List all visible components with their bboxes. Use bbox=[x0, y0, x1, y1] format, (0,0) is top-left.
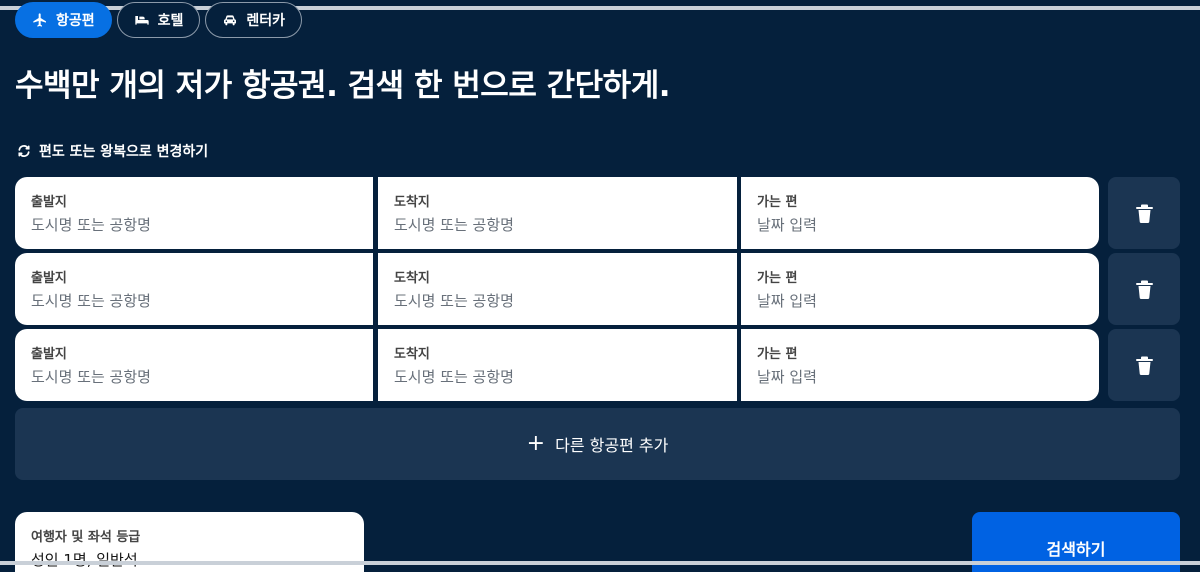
add-flight-label: 다른 항공편 추가 bbox=[555, 436, 669, 455]
destination-placeholder: 도시명 또는 공항명 bbox=[394, 368, 514, 386]
depart-date-placeholder: 날짜 입력 bbox=[757, 368, 817, 386]
tab-hotels-label: 호텔 bbox=[157, 13, 184, 29]
travelers-label: 여행자 및 좌석 등급 bbox=[31, 530, 141, 545]
origin-placeholder: 도시명 또는 공항명 bbox=[31, 216, 151, 234]
depart-date-field[interactable]: 가는 편 날짜 입력 bbox=[741, 329, 1099, 401]
depart-date-label: 가는 편 bbox=[757, 271, 798, 286]
remove-leg-button[interactable] bbox=[1108, 329, 1180, 401]
travelers-value: 성인 1명, 일반석 bbox=[31, 551, 138, 569]
origin-placeholder: 도시명 또는 공항명 bbox=[31, 292, 151, 310]
origin-field[interactable]: 출발지 도시명 또는 공항명 bbox=[15, 253, 373, 325]
add-flight-button[interactable]: + 다른 항공편 추가 bbox=[15, 408, 1180, 480]
destination-field[interactable]: 도착지 도시명 또는 공항명 bbox=[378, 177, 737, 249]
destination-label: 도착지 bbox=[394, 271, 430, 286]
tab-car-rental[interactable]: 렌터카 bbox=[205, 2, 303, 38]
destination-field[interactable]: 도착지 도시명 또는 공항명 bbox=[378, 253, 737, 325]
destination-field[interactable]: 도착지 도시명 또는 공항명 bbox=[378, 329, 737, 401]
destination-label: 도착지 bbox=[394, 347, 430, 362]
trash-icon bbox=[1135, 356, 1153, 375]
origin-label: 출발지 bbox=[31, 347, 67, 362]
swap-icon bbox=[18, 145, 30, 157]
depart-date-field[interactable]: 가는 편 날짜 입력 bbox=[741, 177, 1099, 249]
trip-type-toggle-label: 편도 또는 왕복으로 변경하기 bbox=[39, 144, 209, 160]
car-icon bbox=[224, 15, 237, 26]
flight-leg: 출발지 도시명 또는 공항명 도착지 도시명 또는 공항명 가는 편 날짜 입력 bbox=[15, 253, 1180, 325]
depart-date-placeholder: 날짜 입력 bbox=[757, 292, 817, 310]
trash-icon bbox=[1135, 204, 1153, 223]
trip-type-toggle[interactable]: 편도 또는 왕복으로 변경하기 bbox=[17, 141, 208, 161]
destination-placeholder: 도시명 또는 공항명 bbox=[394, 216, 514, 234]
plus-icon: + bbox=[526, 431, 546, 456]
origin-label: 출발지 bbox=[31, 195, 67, 210]
origin-field[interactable]: 출발지 도시명 또는 공항명 bbox=[15, 177, 373, 249]
depart-date-label: 가는 편 bbox=[757, 347, 798, 362]
destination-placeholder: 도시명 또는 공항명 bbox=[394, 292, 514, 310]
tab-flights[interactable]: 항공편 bbox=[15, 2, 112, 38]
page-title: 수백만 개의 저가 항공권. 검색 한 번으로 간단하게. bbox=[15, 68, 671, 104]
origin-field[interactable]: 출발지 도시명 또는 공항명 bbox=[15, 329, 373, 401]
destination-label: 도착지 bbox=[394, 195, 430, 210]
bottom-divider bbox=[0, 561, 1200, 565]
depart-date-placeholder: 날짜 입력 bbox=[757, 216, 817, 234]
bed-icon bbox=[134, 16, 149, 25]
trash-icon bbox=[1135, 280, 1153, 299]
plane-icon bbox=[33, 13, 46, 27]
flight-leg: 출발지 도시명 또는 공항명 도착지 도시명 또는 공항명 가는 편 날짜 입력 bbox=[15, 329, 1180, 401]
tab-flights-label: 항공편 bbox=[56, 13, 95, 29]
origin-placeholder: 도시명 또는 공항명 bbox=[31, 368, 151, 386]
remove-leg-button[interactable] bbox=[1108, 253, 1180, 325]
flight-leg: 출발지 도시명 또는 공항명 도착지 도시명 또는 공항명 가는 편 날짜 입력 bbox=[15, 177, 1180, 249]
vertical-tabs: 항공편 호텔 렌터카 bbox=[15, 2, 303, 38]
remove-leg-button[interactable] bbox=[1108, 177, 1180, 249]
depart-date-field[interactable]: 가는 편 날짜 입력 bbox=[741, 253, 1099, 325]
origin-label: 출발지 bbox=[31, 271, 67, 286]
tab-hotels[interactable]: 호텔 bbox=[116, 2, 201, 38]
tab-car-rental-label: 렌터카 bbox=[246, 13, 286, 29]
depart-date-label: 가는 편 bbox=[757, 195, 798, 210]
